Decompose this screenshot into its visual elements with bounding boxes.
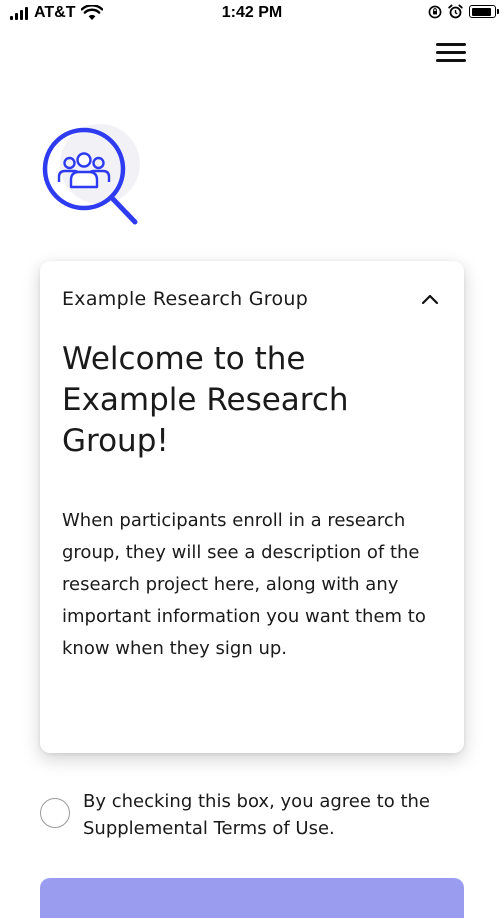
rotation-lock-icon — [428, 5, 442, 18]
continue-button[interactable] — [40, 878, 464, 918]
card-header[interactable]: Example Research Group — [62, 287, 442, 311]
consent-text: By checking this box, you agree to the S… — [83, 791, 430, 839]
group-name: Example Research Group — [62, 288, 309, 310]
status-bar: AT&T 1:42 PM — [0, 0, 504, 30]
alarm-icon — [448, 4, 463, 19]
status-right — [428, 4, 499, 19]
hamburger-menu-icon — [436, 43, 466, 46]
consent-row: By checking this box, you agree to the S… — [40, 788, 480, 844]
group-description: When participants enroll in a research g… — [62, 510, 426, 659]
welcome-title: Welcome to the Example Research Group! — [62, 341, 349, 459]
battery-fill — [471, 7, 491, 16]
consent-checkbox[interactable] — [40, 798, 70, 828]
battery-icon — [469, 5, 499, 18]
chevron-up-icon[interactable] — [418, 289, 442, 309]
research-group-card: Example Research Group Welcome to the Ex… — [40, 261, 464, 753]
menu-button[interactable] — [434, 40, 468, 66]
magnifier-people-icon — [42, 124, 140, 225]
